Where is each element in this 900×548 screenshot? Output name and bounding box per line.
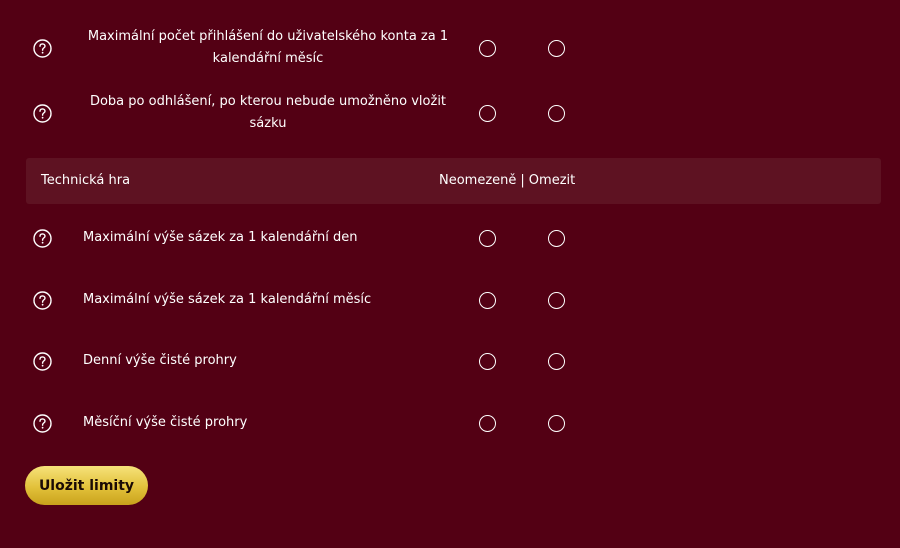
radio-limited[interactable] (548, 230, 565, 247)
question-circle-icon[interactable] (33, 352, 52, 371)
radio-limited[interactable] (548, 105, 565, 122)
limit-row-bet-lock-after-logout: Doba po odhlášení, po kterou nebude umož… (0, 83, 900, 143)
limit-row-monthly-net-loss: Měsíční výše čisté prohry (0, 393, 900, 453)
limit-label: Doba po odhlášení, po kterou nebude umož… (89, 94, 447, 131)
radio-unlimited[interactable] (479, 415, 496, 432)
limit-label: Denní výše čisté prohry (83, 353, 237, 368)
section-header-technicka-hra: Technická hra Neomezeně | Omezit (26, 158, 881, 204)
section-title: Technická hra (41, 173, 131, 188)
radio-unlimited[interactable] (479, 105, 496, 122)
radio-limited[interactable] (548, 40, 565, 57)
limit-row-max-bets-day: Maximální výše sázek za 1 kalendářní den (0, 208, 900, 268)
radio-unlimited[interactable] (479, 353, 496, 370)
limits-page: Maximální počet přihlášení do uživatelsk… (0, 0, 900, 548)
save-limits-button[interactable]: Uložit limity (25, 466, 148, 505)
question-circle-icon[interactable] (33, 414, 52, 433)
column-header-unlimited: Neomezeně (439, 173, 517, 188)
limit-label: Měsíční výše čisté prohry (83, 415, 248, 430)
question-circle-icon[interactable] (33, 104, 52, 123)
limit-row-max-bets-month: Maximální výše sázek za 1 kalendářní měs… (0, 270, 900, 330)
question-circle-icon[interactable] (33, 229, 52, 248)
limit-label: Maximální výše sázek za 1 kalendářní měs… (83, 292, 372, 307)
radio-unlimited[interactable] (479, 40, 496, 57)
column-separator: | (520, 173, 525, 188)
radio-unlimited[interactable] (479, 230, 496, 247)
radio-limited[interactable] (548, 415, 565, 432)
radio-unlimited[interactable] (479, 292, 496, 309)
limit-row-max-logins: Maximální počet přihlášení do uživatelsk… (0, 18, 900, 78)
limit-label: Maximální výše sázek za 1 kalendářní den (83, 230, 358, 245)
column-header-limited: Omezit (528, 173, 576, 188)
column-headers: Neomezeně | Omezit (439, 170, 575, 192)
limit-label: Maximální počet přihlášení do uživatelsk… (87, 29, 449, 66)
radio-limited[interactable] (548, 292, 565, 309)
question-circle-icon[interactable] (33, 39, 52, 58)
radio-limited[interactable] (548, 353, 565, 370)
limit-row-daily-net-loss: Denní výše čisté prohry (0, 331, 900, 391)
question-circle-icon[interactable] (33, 291, 52, 310)
